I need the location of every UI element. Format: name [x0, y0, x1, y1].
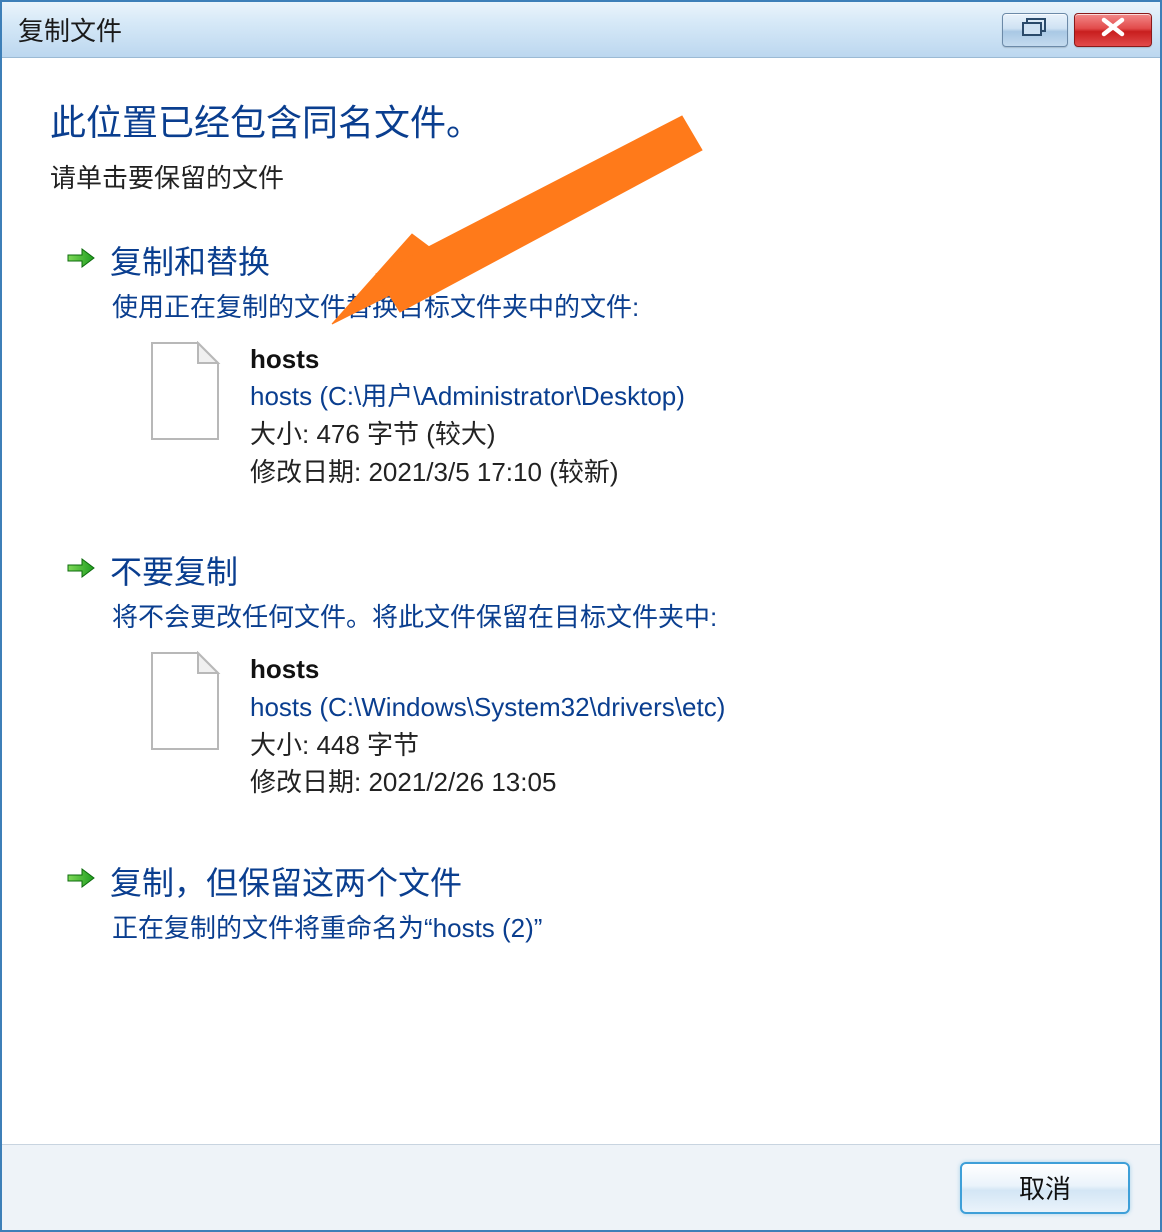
- file-name: hosts: [250, 651, 725, 689]
- file-icon: [146, 651, 224, 756]
- file-modified: 修改日期: 2021/2/26 13:05: [250, 764, 725, 802]
- file-info: hosts hosts (C:\Windows\System32\drivers…: [250, 651, 725, 802]
- title-bar: 复制文件: [2, 2, 1160, 58]
- window-title: 复制文件: [18, 11, 122, 48]
- window-controls: [1002, 13, 1152, 47]
- restore-button[interactable]: [1002, 13, 1068, 47]
- file-name: hosts: [250, 341, 685, 379]
- file-path: hosts (C:\用户\Administrator\Desktop): [250, 378, 685, 416]
- option-title: 复制，但保留这两个文件: [110, 858, 462, 904]
- arrow-right-icon: [64, 862, 96, 899]
- dialog-window: 复制文件 此位置已经包含同名文件。 请单击要保留的文件: [0, 0, 1162, 1232]
- option-dont-copy[interactable]: 不要复制 将不会更改任何文件。将此文件保留在目标文件夹中: hosts host…: [50, 541, 1112, 807]
- option-keep-both[interactable]: 复制，但保留这两个文件 正在复制的文件将重命名为“hosts (2)”: [50, 852, 1112, 968]
- option-header: 复制和替换: [64, 237, 1112, 283]
- cancel-button[interactable]: 取消: [960, 1162, 1130, 1214]
- option-copy-replace[interactable]: 复制和替换 使用正在复制的文件替换目标文件夹中的文件: hosts hosts …: [50, 231, 1112, 497]
- close-icon: [1100, 17, 1126, 42]
- file-details: hosts hosts (C:\用户\Administrator\Desktop…: [146, 341, 1112, 492]
- cancel-button-label: 取消: [1019, 1169, 1071, 1206]
- file-icon: [146, 341, 224, 446]
- option-header: 不要复制: [64, 547, 1112, 593]
- option-description: 正在复制的文件将重命名为“hosts (2)”: [112, 910, 1112, 948]
- file-size: 大小: 448 字节: [250, 727, 725, 765]
- file-details: hosts hosts (C:\Windows\System32\drivers…: [146, 651, 1112, 802]
- file-info: hosts hosts (C:\用户\Administrator\Desktop…: [250, 341, 685, 492]
- close-button[interactable]: [1074, 13, 1152, 47]
- option-title: 不要复制: [110, 547, 238, 593]
- dialog-content: 此位置已经包含同名文件。 请单击要保留的文件 复制和替: [2, 58, 1160, 1144]
- main-heading: 此位置已经包含同名文件。: [50, 94, 1112, 146]
- option-header: 复制，但保留这两个文件: [64, 858, 1112, 904]
- dialog-footer: 取消: [2, 1144, 1160, 1230]
- option-description: 将不会更改任何文件。将此文件保留在目标文件夹中:: [112, 599, 1112, 637]
- file-modified: 修改日期: 2021/3/5 17:10 (较新): [250, 454, 685, 492]
- option-title: 复制和替换: [110, 237, 270, 283]
- file-path: hosts (C:\Windows\System32\drivers\etc): [250, 689, 725, 727]
- file-size: 大小: 476 字节 (较大): [250, 416, 685, 454]
- restore-icon: [1022, 18, 1048, 41]
- sub-heading: 请单击要保留的文件: [50, 158, 1112, 195]
- arrow-right-icon: [64, 552, 96, 589]
- arrow-right-icon: [64, 242, 96, 279]
- option-description: 使用正在复制的文件替换目标文件夹中的文件:: [112, 289, 1112, 327]
